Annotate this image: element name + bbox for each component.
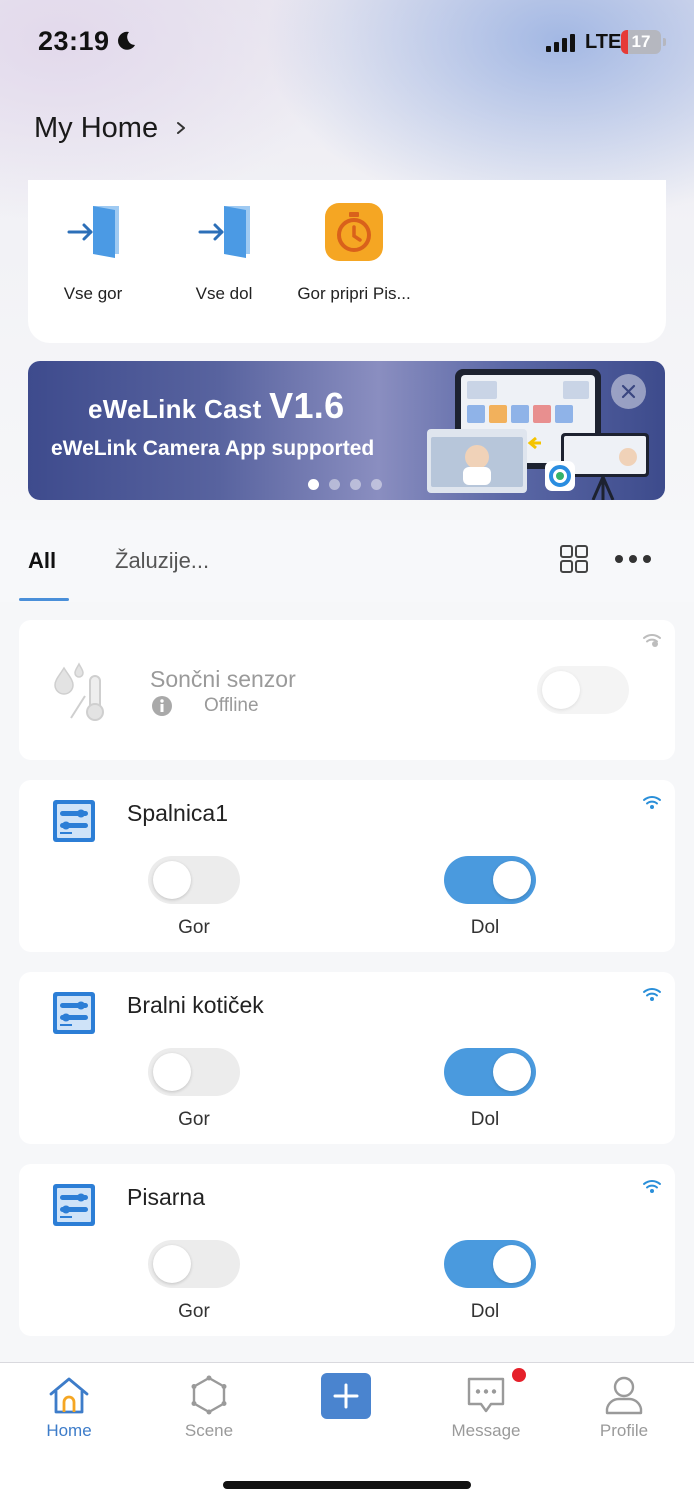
chevron-right-icon[interactable] <box>174 116 188 140</box>
battery-level: 17 <box>631 32 651 51</box>
nav-message[interactable]: Message <box>431 1373 541 1441</box>
device-name: Sončni senzor <box>150 666 296 692</box>
tab-blinds[interactable]: Žaluzije... <box>115 548 209 574</box>
moon-icon <box>118 31 135 50</box>
weather-sensor-icon <box>54 662 104 721</box>
up-toggle[interactable] <box>148 1048 240 1096</box>
blind-switch-icon <box>53 992 95 1034</box>
device-card-sensor[interactable]: Sončni senzor Offline <box>19 620 675 760</box>
nav-profile[interactable]: Profile <box>569 1373 679 1441</box>
wifi-icon <box>643 1180 661 1193</box>
active-tab-indicator <box>19 598 69 601</box>
nav-message-label: Message <box>451 1421 521 1440</box>
plus-icon <box>333 1383 359 1409</box>
down-label: Dol <box>470 1301 500 1322</box>
notification-badge <box>512 1368 526 1382</box>
device-name: Pisarna <box>127 1184 205 1210</box>
promo-banner[interactable]: eWeLink Cast V1.6 eWeLink Camera App sup… <box>28 361 665 500</box>
banner-version: V1.6 <box>269 385 345 426</box>
battery-icon: 17 <box>621 30 667 54</box>
scene-item[interactable]: Vse dol <box>154 202 294 303</box>
more-options-icon[interactable] <box>614 554 652 564</box>
profile-icon <box>605 1376 643 1415</box>
down-label: Dol <box>470 1109 500 1130</box>
info-icon <box>152 696 172 716</box>
down-toggle[interactable] <box>444 1048 536 1096</box>
pagination-dot[interactable] <box>371 479 382 490</box>
device-card-bralni-koticek[interactable]: Bralni kotiček Gor Dol <box>19 972 675 1144</box>
wifi-icon <box>643 988 661 1001</box>
device-card-pisarna[interactable]: Pisarna Gor Dol <box>19 1164 675 1336</box>
close-icon <box>621 384 636 399</box>
sensor-toggle[interactable] <box>537 666 629 714</box>
up-toggle[interactable] <box>148 856 240 904</box>
scene-label: Vse gor <box>63 284 123 303</box>
bottom-navigation: Home Scene Message Profile <box>0 1362 694 1500</box>
banner-title: eWeLink Cast V1.6 <box>88 385 345 426</box>
nav-scene-label: Scene <box>184 1421 234 1440</box>
device-status: Offline <box>204 695 259 716</box>
device-name: Spalnica1 <box>127 800 229 826</box>
message-icon <box>467 1377 505 1413</box>
home-selector[interactable]: My Home <box>34 112 158 145</box>
pagination-dot[interactable] <box>308 479 319 490</box>
scene-item[interactable]: Gor pripri Pis... <box>284 202 424 303</box>
up-toggle[interactable] <box>148 1240 240 1288</box>
pagination-dot[interactable] <box>350 479 361 490</box>
status-bar: 23:19 LTE 17 <box>0 0 694 86</box>
blind-switch-icon <box>53 800 95 842</box>
banner-subtitle: eWeLink Camera App supported <box>51 437 375 460</box>
grid-view-icon[interactable] <box>559 544 589 574</box>
banner-close-button[interactable] <box>611 374 646 409</box>
home-indicator <box>223 1481 471 1489</box>
device-name: Bralni kotiček <box>127 992 264 1018</box>
pagination-dot[interactable] <box>329 479 340 490</box>
down-toggle[interactable] <box>444 1240 536 1288</box>
blind-switch-icon <box>53 1184 95 1226</box>
scene-item[interactable]: Vse gor <box>23 202 163 303</box>
add-device-button[interactable] <box>321 1373 371 1419</box>
banner-pagination <box>308 479 388 491</box>
room-tabs: All Žaluzije... <box>0 520 694 602</box>
scene-label: Gor pripri Pis... <box>297 284 411 303</box>
up-label: Gor <box>178 1109 210 1130</box>
scenes-card: Vse gor Vse dol Gor pripri Pis... <box>28 180 666 343</box>
up-label: Gor <box>178 917 210 938</box>
down-toggle[interactable] <box>444 856 536 904</box>
door-enter-icon <box>198 206 250 258</box>
down-label: Dol <box>470 917 500 938</box>
wifi-icon <box>643 796 661 809</box>
nav-profile-label: Profile <box>599 1421 649 1440</box>
wifi-offline-icon <box>643 634 661 647</box>
device-card-spalnica1[interactable]: Spalnica1 Gor Dol <box>19 780 675 952</box>
timer-icon <box>325 203 383 261</box>
nav-home-label: Home <box>46 1421 92 1440</box>
home-icon <box>49 1377 89 1414</box>
up-label: Gor <box>178 1301 210 1322</box>
door-enter-icon <box>67 206 119 258</box>
network-type: LTE <box>585 31 622 53</box>
cellular-signal-icon <box>546 34 575 52</box>
status-time: 23:19 <box>38 26 110 56</box>
tab-all[interactable]: All <box>28 548 56 574</box>
nav-scene[interactable]: Scene <box>154 1373 264 1441</box>
scene-label: Vse dol <box>195 284 253 303</box>
scene-icon <box>191 1375 227 1415</box>
nav-home[interactable]: Home <box>14 1373 124 1441</box>
